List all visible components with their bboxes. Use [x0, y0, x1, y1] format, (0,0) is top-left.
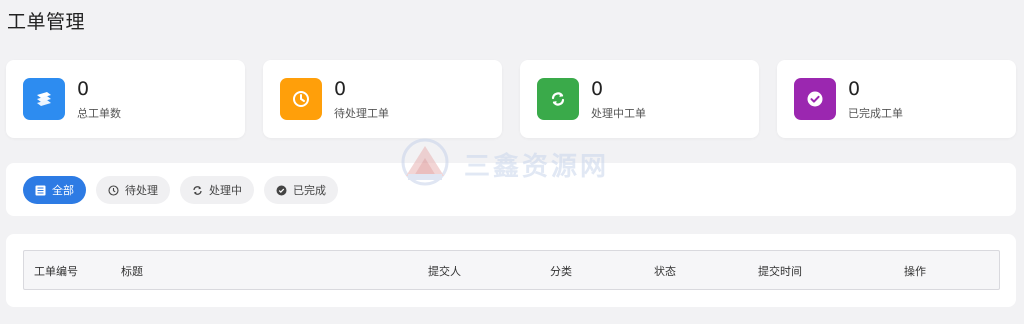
filter-label: 处理中 [209, 184, 242, 197]
column-header-submit-time: 提交时间 [758, 265, 802, 278]
layers-icon [23, 78, 65, 120]
filter-label: 待处理 [125, 184, 158, 197]
stat-label: 待处理工单 [334, 107, 389, 120]
column-header-submitter: 提交人 [428, 265, 461, 278]
stat-value: 0 [77, 78, 90, 100]
list-icon [35, 185, 46, 196]
stat-card-completed: 0 已完成工单 [777, 60, 1016, 138]
filter-label: 全部 [52, 184, 74, 197]
table-header: 工单编号 标题 提交人 分类 状态 提交时间 操作 [23, 250, 1000, 290]
filter-bar: 全部 待处理 处理中 已完成 [6, 163, 1016, 216]
stat-label: 已完成工单 [848, 107, 903, 120]
stat-card-pending: 0 待处理工单 [263, 60, 502, 138]
column-header-id: 工单编号 [34, 265, 78, 278]
column-header-status: 状态 [654, 265, 676, 278]
stat-value: 0 [591, 78, 604, 100]
filter-all-button[interactable]: 全部 [23, 176, 86, 204]
column-header-actions: 操作 [904, 265, 926, 278]
clock-icon [108, 184, 119, 196]
stat-label: 处理中工单 [591, 107, 646, 120]
column-header-category: 分类 [550, 265, 572, 278]
clock-icon [280, 78, 322, 120]
page-title: 工单管理 [7, 11, 86, 33]
refresh-icon [192, 185, 203, 196]
page: 工单管理 0 总工单数 0 待处理工单 0 处理中工单 0 已完成工单 全部 待… [0, 0, 1024, 324]
stat-label: 总工单数 [77, 107, 121, 120]
check-circle-icon [276, 185, 287, 196]
stats-row: 0 总工单数 0 待处理工单 0 处理中工单 0 已完成工单 [6, 60, 1016, 138]
filter-completed-button[interactable]: 已完成 [264, 176, 338, 204]
filter-label: 已完成 [293, 184, 326, 197]
stat-card-processing: 0 处理中工单 [520, 60, 759, 138]
check-circle-icon [794, 78, 836, 120]
stat-card-total: 0 总工单数 [6, 60, 245, 138]
filter-processing-button[interactable]: 处理中 [180, 176, 254, 204]
column-header-title: 标题 [121, 265, 143, 278]
filter-pending-button[interactable]: 待处理 [96, 176, 170, 204]
stat-value: 0 [848, 78, 861, 100]
stat-value: 0 [334, 78, 347, 100]
refresh-icon [537, 78, 579, 120]
tickets-table: 工单编号 标题 提交人 分类 状态 提交时间 操作 [6, 234, 1016, 307]
